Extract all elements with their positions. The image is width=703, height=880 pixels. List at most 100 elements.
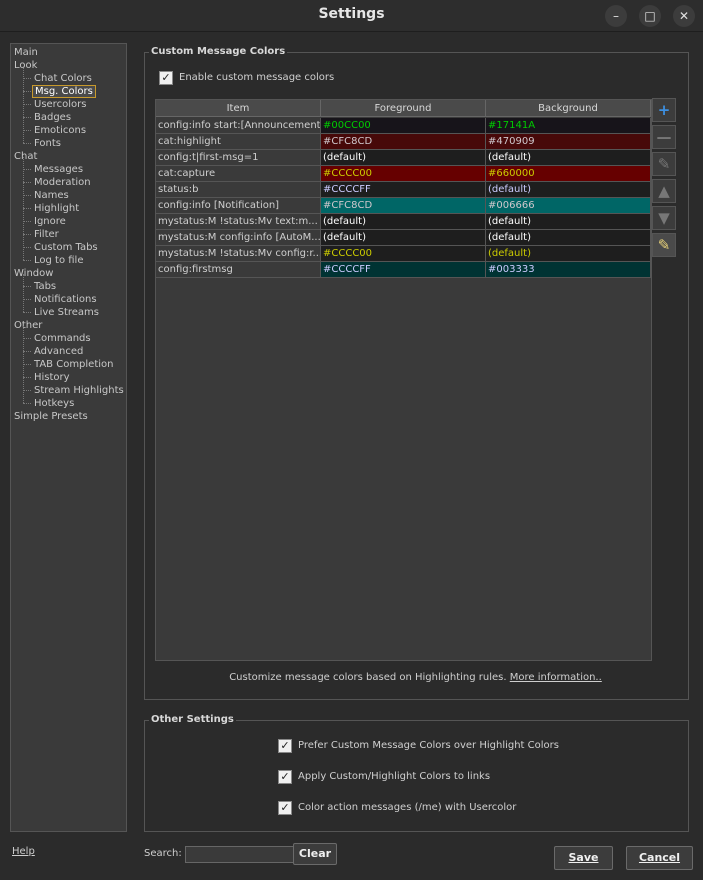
nav-item-chat-colors[interactable]: Chat Colors bbox=[34, 72, 92, 85]
cancel-button[interactable]: Cancel bbox=[626, 846, 693, 870]
add-button[interactable]: + bbox=[652, 98, 676, 122]
cell-background[interactable]: #470909 bbox=[486, 134, 651, 150]
nav-item-simple-presets[interactable]: Simple Presets bbox=[14, 410, 88, 423]
move-down-button[interactable]: ▼ bbox=[652, 206, 676, 230]
cell-item[interactable]: status:b bbox=[156, 182, 321, 198]
nav-item-names[interactable]: Names bbox=[34, 189, 69, 202]
cell-item[interactable]: config:info [Notification] bbox=[156, 198, 321, 214]
maximize-button[interactable]: □ bbox=[639, 5, 661, 27]
enable-custom-colors-checkbox[interactable]: ✓ bbox=[159, 71, 173, 85]
more-information-link[interactable]: More information.. bbox=[510, 672, 602, 683]
cell-item[interactable]: mystatus:M config:info [AutoM... bbox=[156, 230, 321, 246]
search-input[interactable] bbox=[185, 846, 294, 863]
nav-item-messages[interactable]: Messages bbox=[34, 163, 83, 176]
cell-item[interactable]: config:info start:[Announcement] bbox=[156, 118, 321, 134]
move-up-icon: ▲ bbox=[658, 182, 670, 200]
table-row[interactable]: mystatus:M !status:Mv config:r... #CCCC00… bbox=[156, 246, 651, 262]
remove-button[interactable]: — bbox=[652, 125, 676, 149]
table-row[interactable]: mystatus:M config:info [AutoM... (default… bbox=[156, 230, 651, 246]
table-row[interactable]: config:firstmsg #CCCCFF #003333 bbox=[156, 262, 651, 278]
cell-background[interactable]: (default) bbox=[486, 182, 651, 198]
tree-connector bbox=[23, 351, 31, 352]
cell-foreground[interactable]: #CCCCFF bbox=[321, 182, 486, 198]
cell-item[interactable]: mystatus:M !status:Mv config:r... bbox=[156, 246, 321, 262]
table-row[interactable]: config:info [Notification] #CFC8CD #006666 bbox=[156, 198, 651, 214]
table-row[interactable]: cat:capture #CCCC00 #660000 bbox=[156, 166, 651, 182]
nav-item-notifications[interactable]: Notifications bbox=[34, 293, 97, 306]
cell-item[interactable]: cat:capture bbox=[156, 166, 321, 182]
table-row[interactable]: cat:highlight #CFC8CD #470909 bbox=[156, 134, 651, 150]
nav-item-hotkeys[interactable]: Hotkeys bbox=[34, 397, 74, 410]
nav-item-moderation[interactable]: Moderation bbox=[34, 176, 91, 189]
cell-foreground[interactable]: (default) bbox=[321, 214, 486, 230]
nav-item-history[interactable]: History bbox=[34, 371, 70, 384]
tree-connector bbox=[23, 91, 31, 92]
search-label: Search: bbox=[144, 848, 182, 859]
cell-foreground[interactable]: #CCCC00 bbox=[321, 246, 486, 262]
table-row[interactable]: mystatus:M !status:Mv text:m... (default)… bbox=[156, 214, 651, 230]
nav-item-tabs[interactable]: Tabs bbox=[34, 280, 56, 293]
clear-button[interactable]: Clear bbox=[293, 843, 337, 865]
table-row[interactable]: config:info start:[Announcement] #00CC00 #… bbox=[156, 118, 651, 134]
move-down-icon: ▼ bbox=[658, 209, 670, 227]
cell-foreground[interactable]: #CCCCFF bbox=[321, 262, 486, 278]
cell-foreground[interactable]: (default) bbox=[321, 150, 486, 166]
column-header-background[interactable]: Background bbox=[486, 100, 651, 117]
nav-item-filter[interactable]: Filter bbox=[34, 228, 59, 241]
nav-item-commands[interactable]: Commands bbox=[34, 332, 91, 345]
cell-background[interactable]: (default) bbox=[486, 246, 651, 262]
cell-background[interactable]: (default) bbox=[486, 150, 651, 166]
cell-background[interactable]: #006666 bbox=[486, 198, 651, 214]
nav-item-look[interactable]: Look bbox=[14, 59, 37, 72]
nav-item-highlight[interactable]: Highlight bbox=[34, 202, 79, 215]
cell-foreground[interactable]: (default) bbox=[321, 230, 486, 246]
cell-background[interactable]: #003333 bbox=[486, 262, 651, 278]
edit-button[interactable]: ✎ bbox=[652, 152, 676, 176]
nav-item-usercolors[interactable]: Usercolors bbox=[34, 98, 86, 111]
column-header-foreground[interactable]: Foreground bbox=[321, 100, 486, 117]
table-row[interactable]: status:b #CCCCFF (default) bbox=[156, 182, 651, 198]
prefer-custom-colors-checkbox[interactable]: ✓ bbox=[278, 739, 292, 753]
nav-item-live-streams[interactable]: Live Streams bbox=[34, 306, 99, 319]
cell-foreground[interactable]: #CFC8CD bbox=[321, 134, 486, 150]
nav-item-ignore[interactable]: Ignore bbox=[34, 215, 66, 228]
cell-item[interactable]: config:t|first-msg=1 bbox=[156, 150, 321, 166]
nav-item-tab-completion[interactable]: TAB Completion bbox=[34, 358, 114, 371]
nav-item-badges[interactable]: Badges bbox=[34, 111, 71, 124]
nav-item-log-to-file[interactable]: Log to file bbox=[34, 254, 84, 267]
cell-background[interactable]: (default) bbox=[486, 230, 651, 246]
cell-background[interactable]: (default) bbox=[486, 214, 651, 230]
cell-item[interactable]: config:firstmsg bbox=[156, 262, 321, 278]
nav-item-advanced[interactable]: Advanced bbox=[34, 345, 83, 358]
tree-connector bbox=[23, 403, 31, 404]
help-link[interactable]: Help bbox=[12, 846, 35, 857]
nav-item-main[interactable]: Main bbox=[14, 46, 38, 59]
apply-colors-to-links-checkbox[interactable]: ✓ bbox=[278, 770, 292, 784]
tree-branch-line bbox=[23, 274, 24, 312]
close-button[interactable]: ✕ bbox=[673, 5, 695, 27]
cell-item[interactable]: mystatus:M !status:Mv text:m... bbox=[156, 214, 321, 230]
nav-item-fonts[interactable]: Fonts bbox=[34, 137, 61, 150]
nav-item-msg-colors[interactable]: Msg. Colors bbox=[32, 85, 96, 98]
nav-item-stream-highlights[interactable]: Stream Highlights bbox=[34, 384, 124, 397]
nav-item-chat[interactable]: Chat bbox=[14, 150, 37, 163]
table-row[interactable]: config:t|first-msg=1 (default) (default) bbox=[156, 150, 651, 166]
cell-foreground[interactable]: #CCCC00 bbox=[321, 166, 486, 182]
cell-background[interactable]: #17141A bbox=[486, 118, 651, 134]
nav-item-window[interactable]: Window bbox=[14, 267, 53, 280]
info-text: Customize message colors based on Highli… bbox=[229, 672, 507, 683]
cell-item[interactable]: cat:highlight bbox=[156, 134, 321, 150]
color-action-messages-checkbox[interactable]: ✓ bbox=[278, 801, 292, 815]
column-header-item[interactable]: Item bbox=[156, 100, 321, 117]
nav-item-emoticons[interactable]: Emoticons bbox=[34, 124, 86, 137]
save-button[interactable]: Save bbox=[554, 846, 613, 870]
cell-foreground[interactable]: #00CC00 bbox=[321, 118, 486, 134]
move-up-button[interactable]: ▲ bbox=[652, 179, 676, 203]
cell-background[interactable]: #660000 bbox=[486, 166, 651, 182]
nav-item-other[interactable]: Other bbox=[14, 319, 42, 332]
message-colors-table[interactable]: Item Foreground Background config:info s… bbox=[155, 99, 652, 661]
notes-button[interactable]: ✎ bbox=[652, 233, 676, 257]
minimize-button[interactable]: – bbox=[605, 5, 627, 27]
nav-item-custom-tabs[interactable]: Custom Tabs bbox=[34, 241, 98, 254]
cell-foreground[interactable]: #CFC8CD bbox=[321, 198, 486, 214]
